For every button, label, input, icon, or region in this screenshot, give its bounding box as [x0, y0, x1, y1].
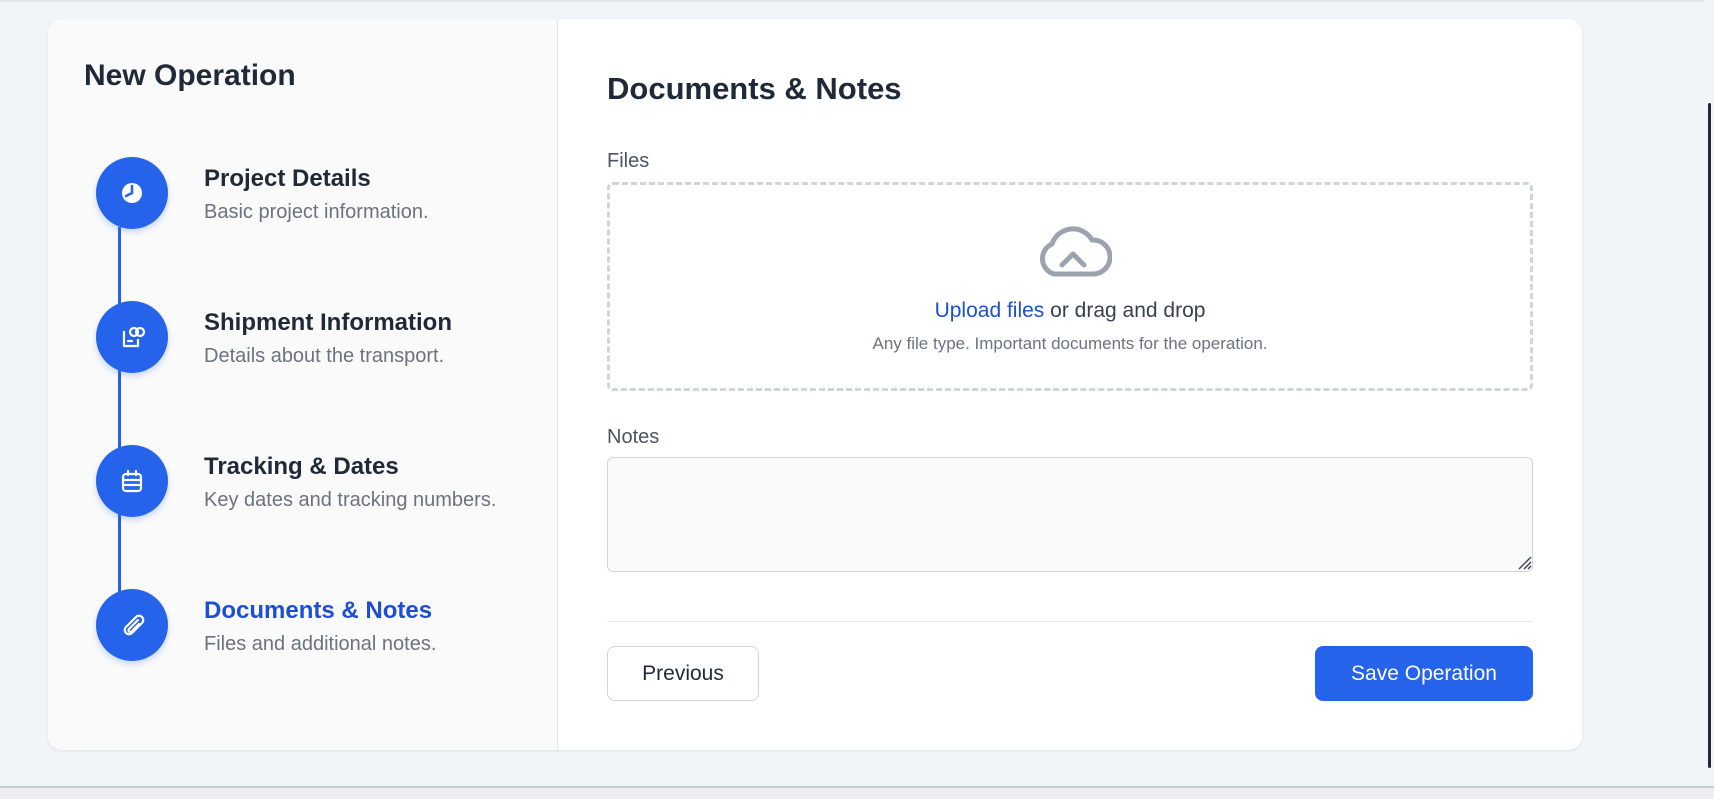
step-shipment-information[interactable]: Shipment Information Details about the t…	[96, 301, 536, 381]
step-documents-notes[interactable]: Documents & Notes Files and additional n…	[96, 589, 536, 669]
step-description: Details about the transport.	[204, 345, 445, 367]
step-title: Shipment Information	[204, 309, 452, 336]
previous-button[interactable]: Previous	[607, 646, 759, 701]
page-top-border	[0, 0, 1714, 2]
step-title: Tracking & Dates	[204, 453, 399, 480]
files-label: Files	[607, 150, 650, 172]
shipment-icon	[96, 301, 168, 373]
notes-label: Notes	[607, 426, 660, 448]
step-title: Documents & Notes	[204, 597, 433, 624]
footer-divider	[607, 621, 1533, 622]
step-description: Basic project information.	[204, 201, 429, 223]
drag-drop-text: or drag and drop	[1044, 299, 1206, 322]
step-tracking-dates[interactable]: Tracking & Dates Key dates and tracking …	[96, 445, 536, 525]
cloud-upload-icon	[1040, 226, 1112, 277]
resize-handle-icon[interactable]	[1516, 554, 1532, 570]
save-operation-button[interactable]: Save Operation	[1315, 646, 1533, 701]
calendar-icon	[96, 445, 168, 517]
wizard-sidebar: New Operation Project Details Basic proj…	[48, 19, 558, 750]
upload-files-link[interactable]: Upload files	[935, 299, 1045, 322]
step-title: Project Details	[204, 165, 371, 192]
documents-notes-panel: Documents & Notes Files Upload files or …	[558, 19, 1582, 750]
clock-icon	[96, 157, 168, 229]
stepper-connector-line	[118, 227, 121, 627]
bottom-window-bar	[0, 786, 1714, 799]
section-title: Documents & Notes	[607, 71, 902, 106]
scrollbar-thumb[interactable]	[1708, 103, 1711, 768]
operation-wizard-card: New Operation Project Details Basic proj…	[48, 19, 1582, 750]
step-project-details[interactable]: Project Details Basic project informatio…	[96, 157, 536, 237]
upload-instructions: Upload files or drag and drop	[610, 299, 1530, 323]
upload-hint: Any file type. Important documents for t…	[872, 334, 1268, 353]
sidebar-title: New Operation	[84, 59, 296, 92]
notes-textarea[interactable]	[607, 457, 1533, 572]
file-dropzone[interactable]: Upload files or drag and drop Any file t…	[607, 182, 1533, 391]
step-description: Files and additional notes.	[204, 633, 437, 655]
step-description: Key dates and tracking numbers.	[204, 489, 497, 511]
paperclip-icon	[96, 589, 168, 661]
